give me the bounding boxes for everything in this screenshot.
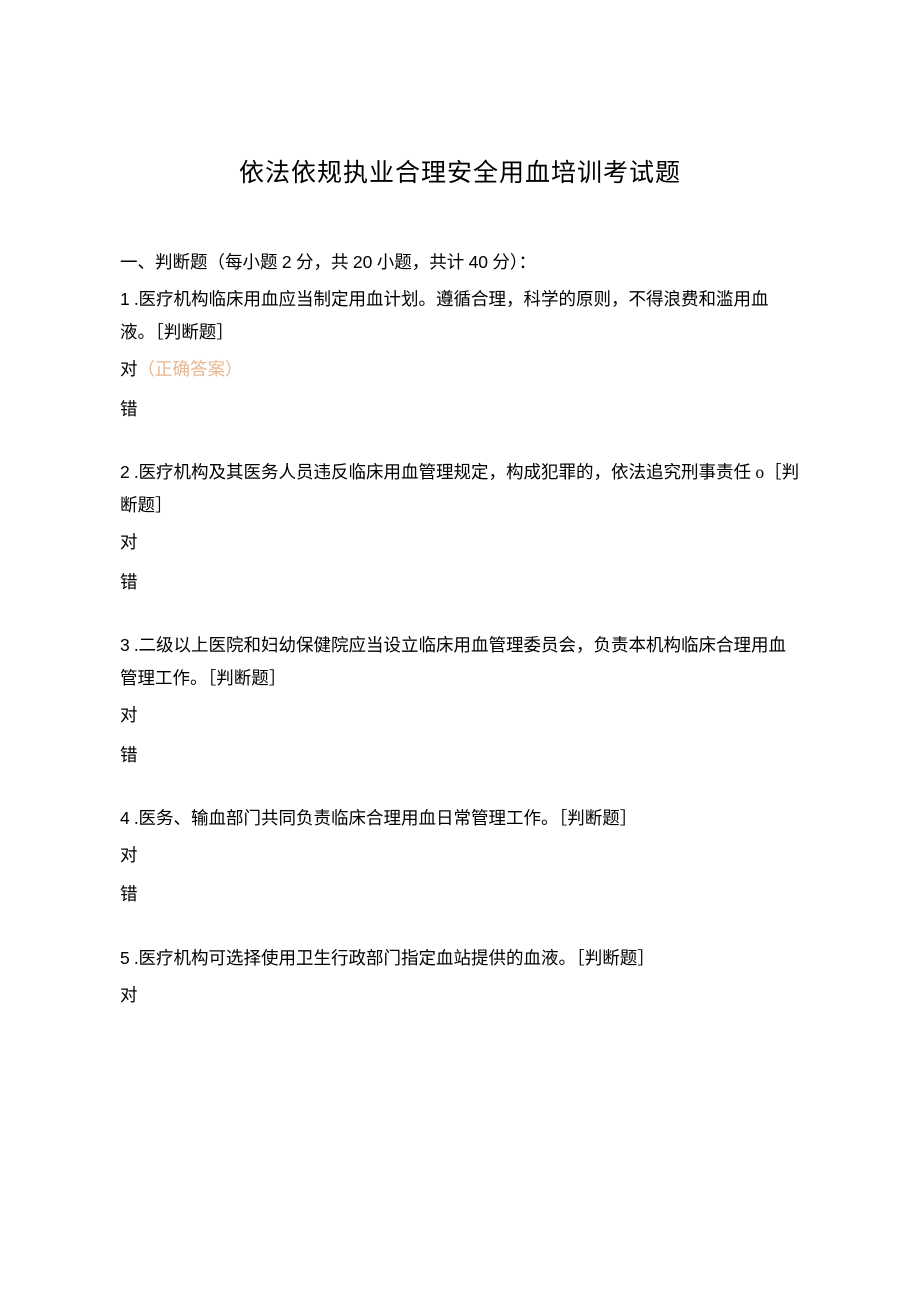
option-false: 错 bbox=[120, 393, 800, 426]
document-page: 依法依规执业合理安全用血培训考试题 一、判断题（每小题 2 分，共 20 小题，… bbox=[0, 0, 920, 1301]
question-3-options: 对 错 bbox=[120, 699, 800, 772]
option-true: 对（正确答案） bbox=[120, 353, 800, 386]
total-points: 40 bbox=[469, 252, 488, 272]
question-number: 5 bbox=[120, 948, 130, 968]
section-header-mid2: 小题，共计 bbox=[372, 252, 468, 272]
question-number: 2 bbox=[120, 462, 130, 482]
question-5-options: 对 bbox=[120, 979, 800, 1012]
option-true: 对 bbox=[120, 979, 800, 1012]
question-1-options: 对（正确答案） 错 bbox=[120, 353, 800, 426]
question-number: 3 bbox=[120, 635, 130, 655]
question-text: 医疗机构及其医务人员违反临床用血管理规定，构成犯罪的，依法追究刑事责任 o bbox=[138, 462, 764, 482]
question-text: 医务、输血部门共同负责临床合理用血日常管理工作。 bbox=[138, 808, 558, 828]
question-tag: ［判断题］ bbox=[208, 668, 287, 688]
question-4: 4 .医务、输血部门共同负责临床合理用血日常管理工作。［判断题］ bbox=[120, 802, 800, 835]
points-per-question: 2 bbox=[282, 252, 292, 272]
section-header-mid1: 分，共 bbox=[292, 252, 353, 272]
question-2-options: 对 错 bbox=[120, 526, 800, 599]
question-text: 医疗机构可选择使用卫生行政部门指定血站提供的血液。 bbox=[138, 948, 576, 968]
option-false: 错 bbox=[120, 566, 800, 599]
option-true: 对 bbox=[120, 699, 800, 732]
question-1: 1 .医疗机构临床用血应当制定用血计划。遵循合理，科学的原则，不得浪费和滥用血液… bbox=[120, 283, 800, 350]
option-true: 对 bbox=[120, 526, 800, 559]
correct-answer-label: （正确答案） bbox=[138, 359, 243, 379]
section-header-post: 分）： bbox=[488, 252, 536, 272]
option-true: 对 bbox=[120, 839, 800, 872]
question-5: 5 .医疗机构可选择使用卫生行政部门指定血站提供的血液。［判断题］ bbox=[120, 942, 800, 975]
question-3: 3 .二级以上医院和妇幼保健院应当设立临床用血管理委员会，负责本机构临床合理用血… bbox=[120, 629, 800, 696]
question-tag: ［判断题］ bbox=[576, 948, 655, 968]
option-true-label: 对 bbox=[120, 359, 138, 379]
question-count: 20 bbox=[353, 252, 372, 272]
question-number: 1 bbox=[120, 289, 130, 309]
question-4-options: 对 错 bbox=[120, 839, 800, 912]
option-false: 错 bbox=[120, 739, 800, 772]
option-false: 错 bbox=[120, 878, 800, 911]
question-2: 2 .医疗机构及其医务人员违反临床用血管理规定，构成犯罪的，依法追究刑事责任 o… bbox=[120, 456, 800, 523]
document-title: 依法依规执业合理安全用血培训考试题 bbox=[120, 150, 800, 198]
question-tag: ［判断题］ bbox=[155, 322, 234, 342]
section-header: 一、判断题（每小题 2 分，共 20 小题，共计 40 分）： bbox=[120, 246, 800, 279]
question-number: 4 bbox=[120, 808, 130, 828]
question-tag: ［判断题］ bbox=[558, 808, 637, 828]
section-header-pre: 一、判断题（每小题 bbox=[120, 252, 282, 272]
